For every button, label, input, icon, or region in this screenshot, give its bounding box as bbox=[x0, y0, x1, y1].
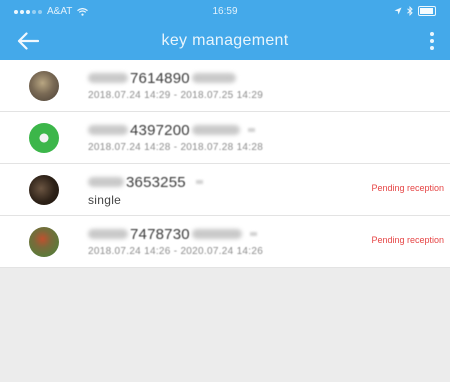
battery-icon bbox=[418, 6, 436, 16]
key-status: Pending reception bbox=[371, 183, 444, 193]
status-right bbox=[394, 6, 436, 16]
key-validity-period: single bbox=[88, 193, 122, 207]
key-list-item[interactable]: 7478730 2018.07.24 14:26 - 2020.07.24 14… bbox=[0, 216, 450, 268]
key-account-number: 7478730 bbox=[130, 225, 190, 243]
more-vertical-icon bbox=[430, 32, 434, 36]
page-title: key management bbox=[161, 32, 289, 49]
key-status: Pending reception bbox=[371, 235, 444, 245]
key-validity-period: 2018.07.24 14:28 - 2018.07.28 14:28 bbox=[88, 142, 264, 153]
more-button[interactable] bbox=[422, 28, 442, 54]
key-account-number: 4397200 bbox=[130, 121, 190, 139]
key-list: 7614890 2018.07.24 14:29 - 2018.07.25 14… bbox=[0, 60, 450, 268]
avatar bbox=[29, 175, 59, 205]
chevron-icon bbox=[195, 180, 203, 184]
key-account: 7478730 bbox=[88, 225, 257, 243]
chevron-icon bbox=[247, 128, 255, 132]
key-list-item[interactable]: 7614890 2018.07.24 14:29 - 2018.07.25 14… bbox=[0, 60, 450, 112]
key-validity-period: 2018.07.24 14:26 - 2020.07.24 14:26 bbox=[88, 246, 264, 257]
key-validity-period: 2018.07.24 14:29 - 2018.07.25 14:29 bbox=[88, 90, 264, 101]
location-arrow-icon bbox=[394, 7, 402, 15]
key-list-item[interactable]: 4397200 2018.07.24 14:28 - 2018.07.28 14… bbox=[0, 112, 450, 164]
status-bar: A&AT 16:59 bbox=[0, 0, 450, 22]
app-frame: A&AT 16:59 key management 7614890 2018.0… bbox=[0, 0, 450, 382]
key-account: 7614890 bbox=[88, 69, 236, 87]
key-account-number: 7614890 bbox=[130, 69, 190, 87]
avatar bbox=[29, 123, 59, 153]
status-time: 16:59 bbox=[212, 6, 238, 17]
chevron-icon bbox=[249, 232, 257, 236]
nav-bar: key management bbox=[0, 22, 450, 60]
key-account: 3653255 bbox=[88, 173, 203, 191]
bluetooth-icon bbox=[407, 6, 413, 16]
avatar bbox=[29, 227, 59, 257]
header: A&AT 16:59 key management bbox=[0, 0, 450, 60]
key-account-number: 3653255 bbox=[126, 173, 186, 191]
key-list-item[interactable]: 3653255 single Pending reception bbox=[0, 164, 450, 216]
avatar bbox=[29, 71, 59, 101]
key-account: 4397200 bbox=[88, 121, 255, 139]
